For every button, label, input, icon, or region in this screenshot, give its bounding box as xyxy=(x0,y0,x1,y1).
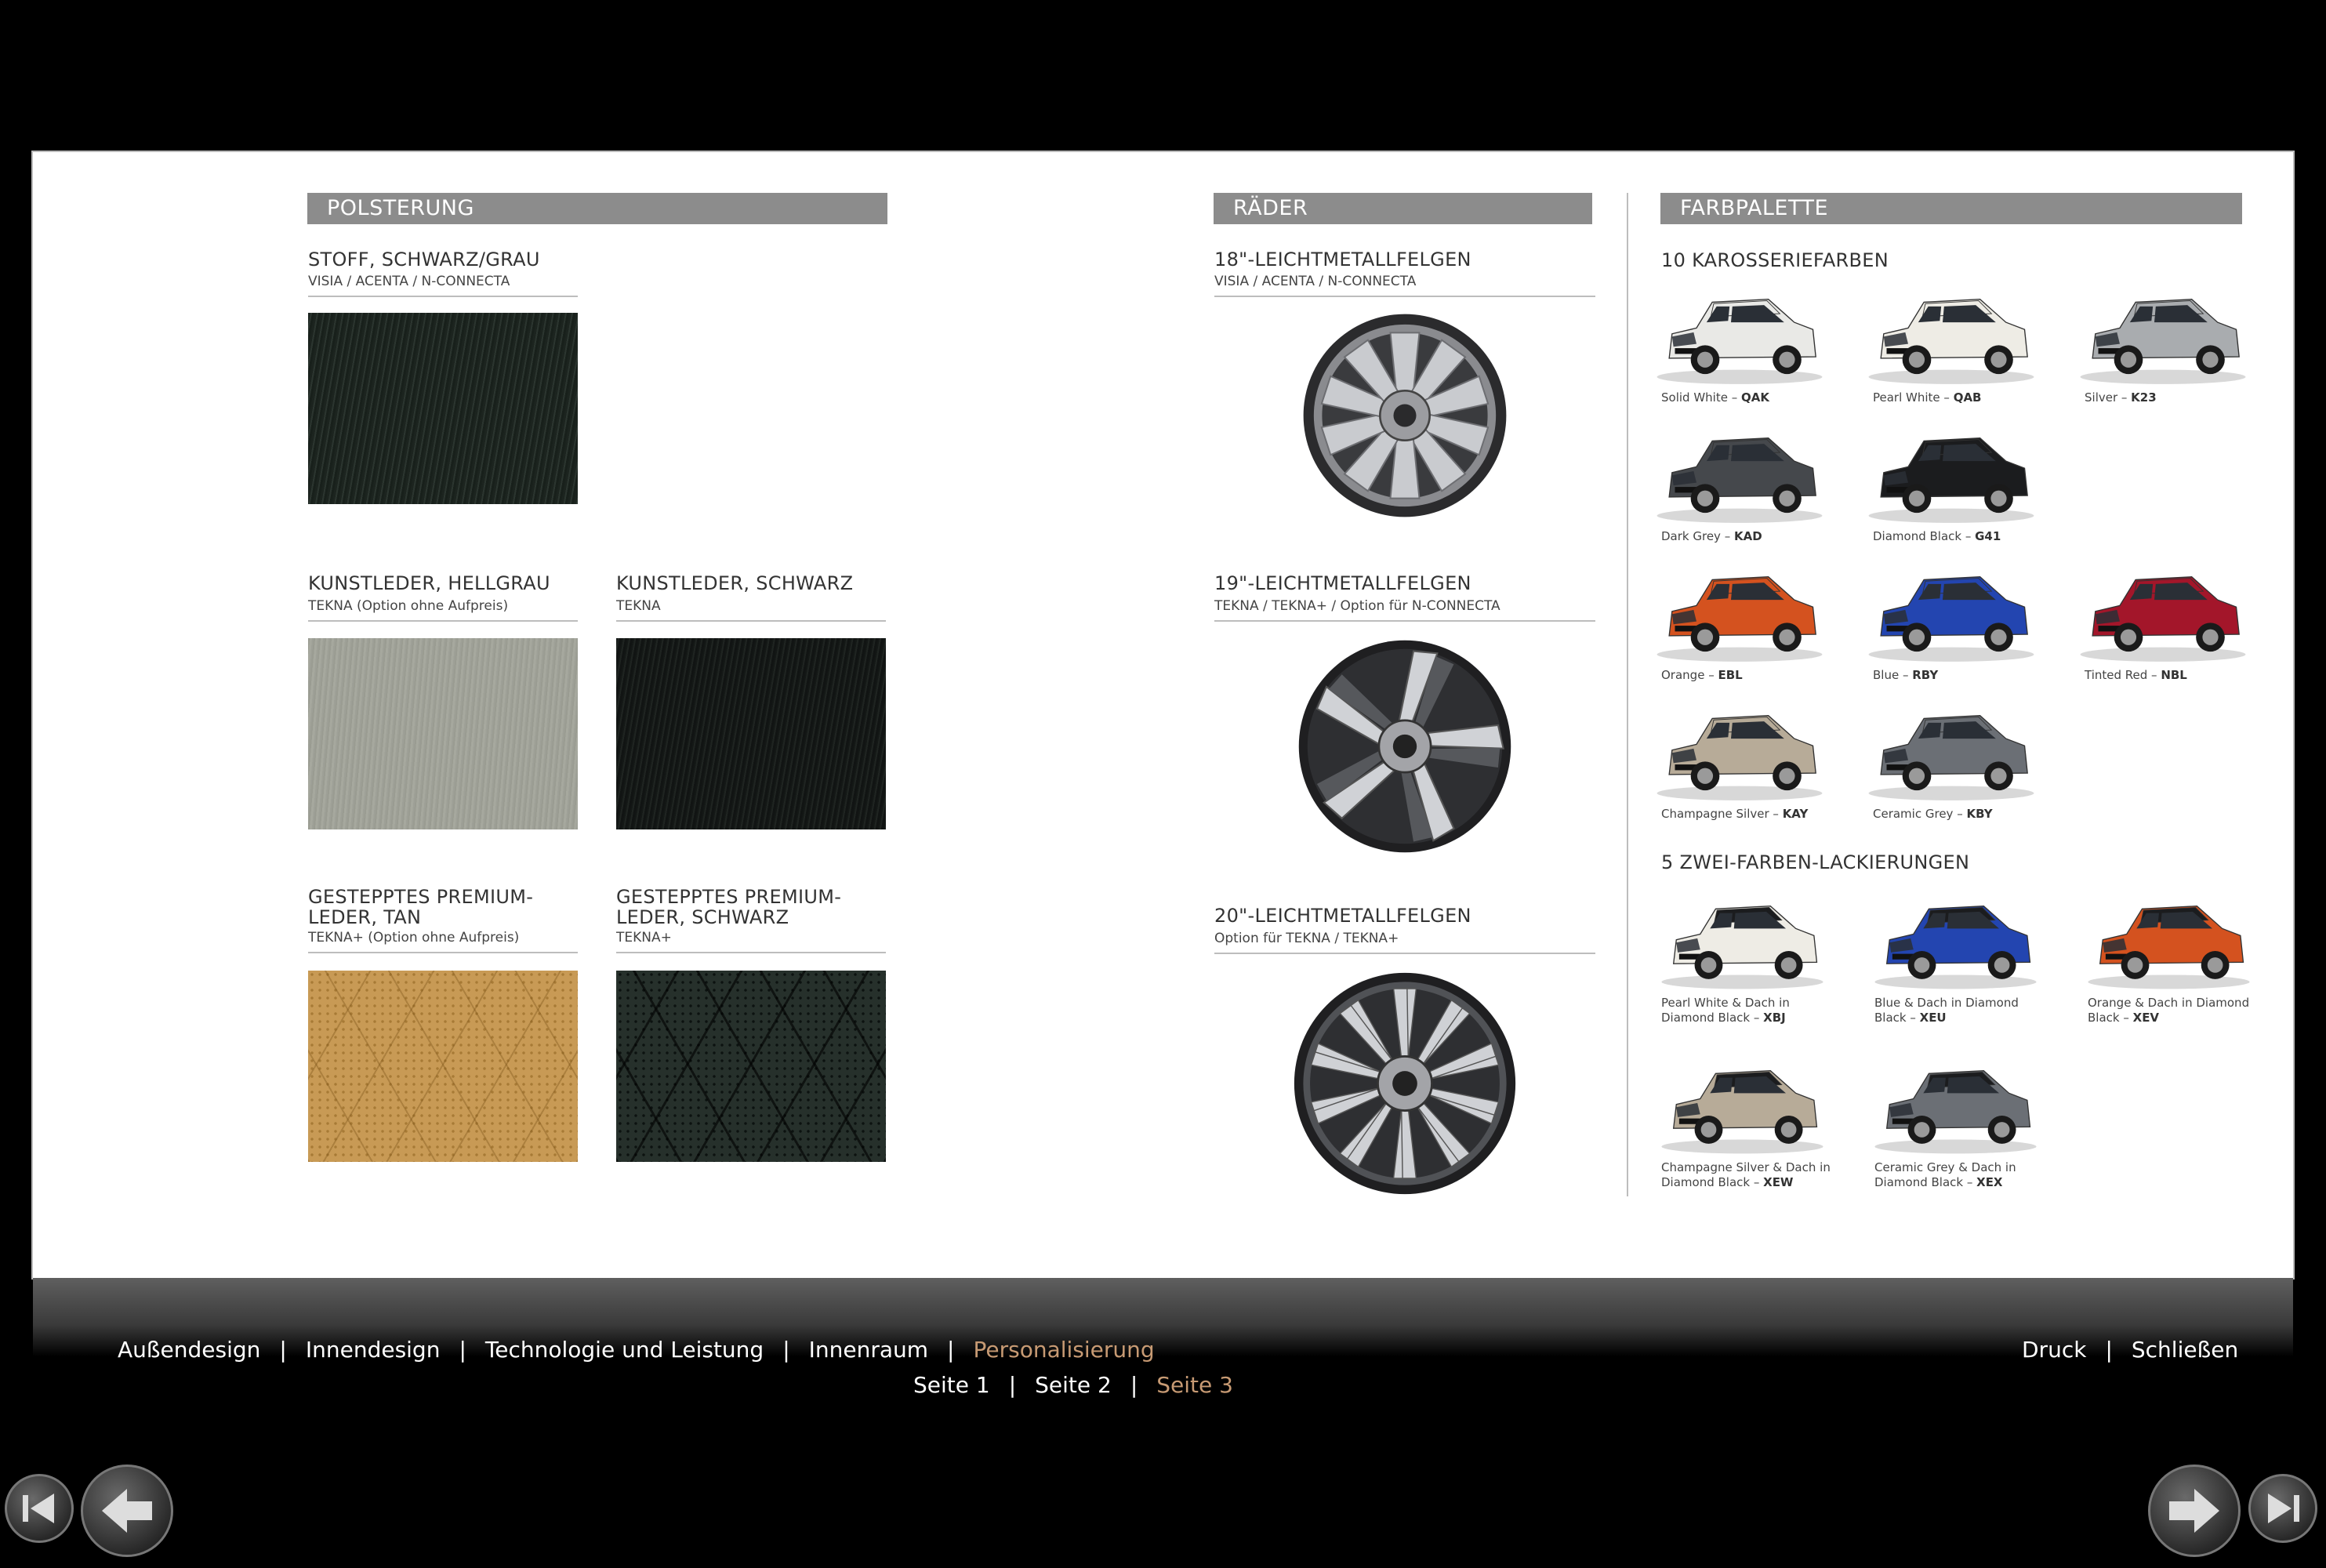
first-page-button[interactable] xyxy=(5,1474,74,1543)
body-color-label: Orange – EBL xyxy=(1661,668,1743,682)
body-color-label: Silver – K23 xyxy=(2085,390,2157,405)
body-color-label: Tinted Red – NBL xyxy=(2085,668,2187,682)
swatch-leather-tan[interactable] xyxy=(308,971,578,1162)
divider xyxy=(308,620,578,622)
column-divider xyxy=(1627,193,1628,1196)
body-color-label: Pearl White – QAB xyxy=(1873,390,1982,405)
two-tone-label: Champagne Silver & Dach in Diamond Black … xyxy=(1661,1160,1831,1189)
body-color-label: Champagne Silver – KAY xyxy=(1661,807,1809,821)
skip-forward-icon xyxy=(2268,1494,2299,1523)
upholstery-sub-4: TEKNA+ (Option ohne Aufpreis) xyxy=(308,930,520,946)
nav-separator: | xyxy=(2105,1337,2113,1363)
arrow-right-icon xyxy=(2169,1489,2219,1533)
body-color-label: Dark Grey – KAD xyxy=(1661,529,1762,543)
swatch-fabric-black-grey[interactable] xyxy=(308,313,578,504)
divider xyxy=(1214,953,1595,954)
upholstery-title-3: KUNSTLEDER, SCHWARZ xyxy=(616,572,854,594)
upholstery-title-5: GESTEPPTES PREMIUM- LEDER, SCHWARZ xyxy=(616,886,842,928)
nav-innendesign[interactable]: Innendesign xyxy=(306,1337,441,1363)
wheel-sub-18: VISIA / ACENTA / N-CONNECTA xyxy=(1214,274,1417,289)
section-nav: Außendesign | Innendesign | Technologie und … xyxy=(118,1337,1155,1363)
two-tone-label: Ceramic Grey & Dach in Diamond Black – XE… xyxy=(1874,1160,2016,1189)
nav-separator: | xyxy=(459,1337,466,1363)
close-link[interactable]: Schließen xyxy=(2132,1337,2238,1363)
two-tone-car[interactable] xyxy=(2085,883,2253,993)
nav-separator: | xyxy=(1008,1372,1017,1398)
upholstery-heading: POLSTERUNG xyxy=(307,193,887,224)
body-color-label: Ceramic Grey – KBY xyxy=(1873,807,1993,821)
two-tone-label: Pearl White & Dach in Diamond Black – XBJ xyxy=(1661,996,1790,1025)
nav-separator: | xyxy=(279,1337,287,1363)
wheels-heading: RÄDER xyxy=(1214,193,1592,224)
wheel-title-18: 18"-LEICHTMETALLFELGEN xyxy=(1214,249,1471,270)
two-tone-car[interactable] xyxy=(1871,883,2040,993)
wheel-18-icon[interactable] xyxy=(1301,312,1508,522)
body-color-car[interactable] xyxy=(1653,278,1826,386)
body-color-car[interactable] xyxy=(1865,416,2038,524)
utility-nav: Druck | Schließen xyxy=(2022,1337,2238,1363)
upholstery-sub-2: TEKNA (Option ohne Aufpreis) xyxy=(308,598,509,614)
body-color-label: Blue – RBY xyxy=(1873,668,1939,682)
wheel-19-icon[interactable] xyxy=(1297,638,1513,858)
two-tone-car[interactable] xyxy=(1658,883,1827,993)
last-page-button[interactable] xyxy=(2248,1474,2317,1543)
skip-back-icon xyxy=(23,1494,54,1523)
page-nav: Seite 1 | Seite 2 | Seite 3 xyxy=(913,1372,1233,1398)
divider xyxy=(308,296,578,297)
divider xyxy=(616,620,886,622)
wheel-sub-20: Option für TEKNA / TEKNA+ xyxy=(1214,931,1399,946)
arrow-left-icon xyxy=(102,1489,152,1533)
palette-heading: FARBPALETTE xyxy=(1660,193,2242,224)
page-link-1[interactable]: Seite 1 xyxy=(913,1372,990,1398)
nav-innenraum[interactable]: Innenraum xyxy=(809,1337,928,1363)
body-color-car[interactable] xyxy=(1653,555,1826,663)
nav-separator: | xyxy=(1130,1372,1138,1398)
swatch-leatherette-light-grey[interactable] xyxy=(308,638,578,829)
upholstery-sub-3: TEKNA xyxy=(616,598,661,614)
body-color-car[interactable] xyxy=(2077,555,2249,663)
upholstery-title-1: STOFF, SCHWARZ/GRAU xyxy=(308,249,540,270)
body-color-label: Solid White – QAK xyxy=(1661,390,1769,405)
brochure-page: POLSTERUNG STOFF, SCHWARZ/GRAU VISIA / A… xyxy=(31,151,2295,1279)
divider xyxy=(616,952,886,953)
wheel-title-20: 20"-LEICHTMETALLFELGEN xyxy=(1214,905,1471,927)
page-link-2[interactable]: Seite 2 xyxy=(1035,1372,1112,1398)
two-tone-title: 5 ZWEI-FARBEN-LACKIERUNGEN xyxy=(1661,851,1970,873)
swatch-leatherette-black[interactable] xyxy=(616,638,886,829)
body-color-car[interactable] xyxy=(1865,694,2038,802)
two-tone-label: Orange & Dach in Diamond Black – XEV xyxy=(2088,996,2250,1025)
body-color-car[interactable] xyxy=(1865,555,2038,663)
body-color-car[interactable] xyxy=(2077,278,2249,386)
swatch-leather-black[interactable] xyxy=(616,971,886,1162)
upholstery-sub-5: TEKNA+ xyxy=(616,930,672,946)
two-tone-car[interactable] xyxy=(1871,1047,2040,1157)
previous-page-button[interactable] xyxy=(81,1465,173,1557)
body-color-label: Diamond Black – G41 xyxy=(1873,529,2001,543)
divider xyxy=(1214,296,1595,297)
wheel-20-icon[interactable] xyxy=(1292,971,1518,1200)
nav-separator: | xyxy=(782,1337,790,1363)
body-color-car[interactable] xyxy=(1865,278,2038,386)
divider xyxy=(308,952,578,953)
divider xyxy=(1214,620,1595,622)
nav-aussendesign[interactable]: Außendesign xyxy=(118,1337,260,1363)
wheel-title-19: 19"-LEICHTMETALLFELGEN xyxy=(1214,572,1471,594)
page-link-3[interactable]: Seite 3 xyxy=(1156,1372,1233,1398)
wheel-sub-19: TEKNA / TEKNA+ / Option für N-CONNECTA xyxy=(1214,598,1500,614)
print-link[interactable]: Druck xyxy=(2022,1337,2086,1363)
nav-separator: | xyxy=(947,1337,955,1363)
two-tone-car[interactable] xyxy=(1658,1047,1827,1157)
upholstery-title-2: KUNSTLEDER, HELLGRAU xyxy=(308,572,550,594)
next-page-button[interactable] xyxy=(2148,1465,2241,1557)
upholstery-sub-1: VISIA / ACENTA / N-CONNECTA xyxy=(308,274,510,289)
body-color-car[interactable] xyxy=(1653,694,1826,802)
upholstery-title-4: GESTEPPTES PREMIUM- LEDER, TAN xyxy=(308,886,534,928)
body-colors-title: 10 KAROSSERIEFARBEN xyxy=(1661,249,1889,271)
nav-personalisierung[interactable]: Personalisierung xyxy=(973,1337,1154,1363)
body-color-car[interactable] xyxy=(1653,416,1826,524)
two-tone-label: Blue & Dach in Diamond Black – XEU xyxy=(1874,996,2019,1025)
nav-technologie[interactable]: Technologie und Leistung xyxy=(485,1337,764,1363)
